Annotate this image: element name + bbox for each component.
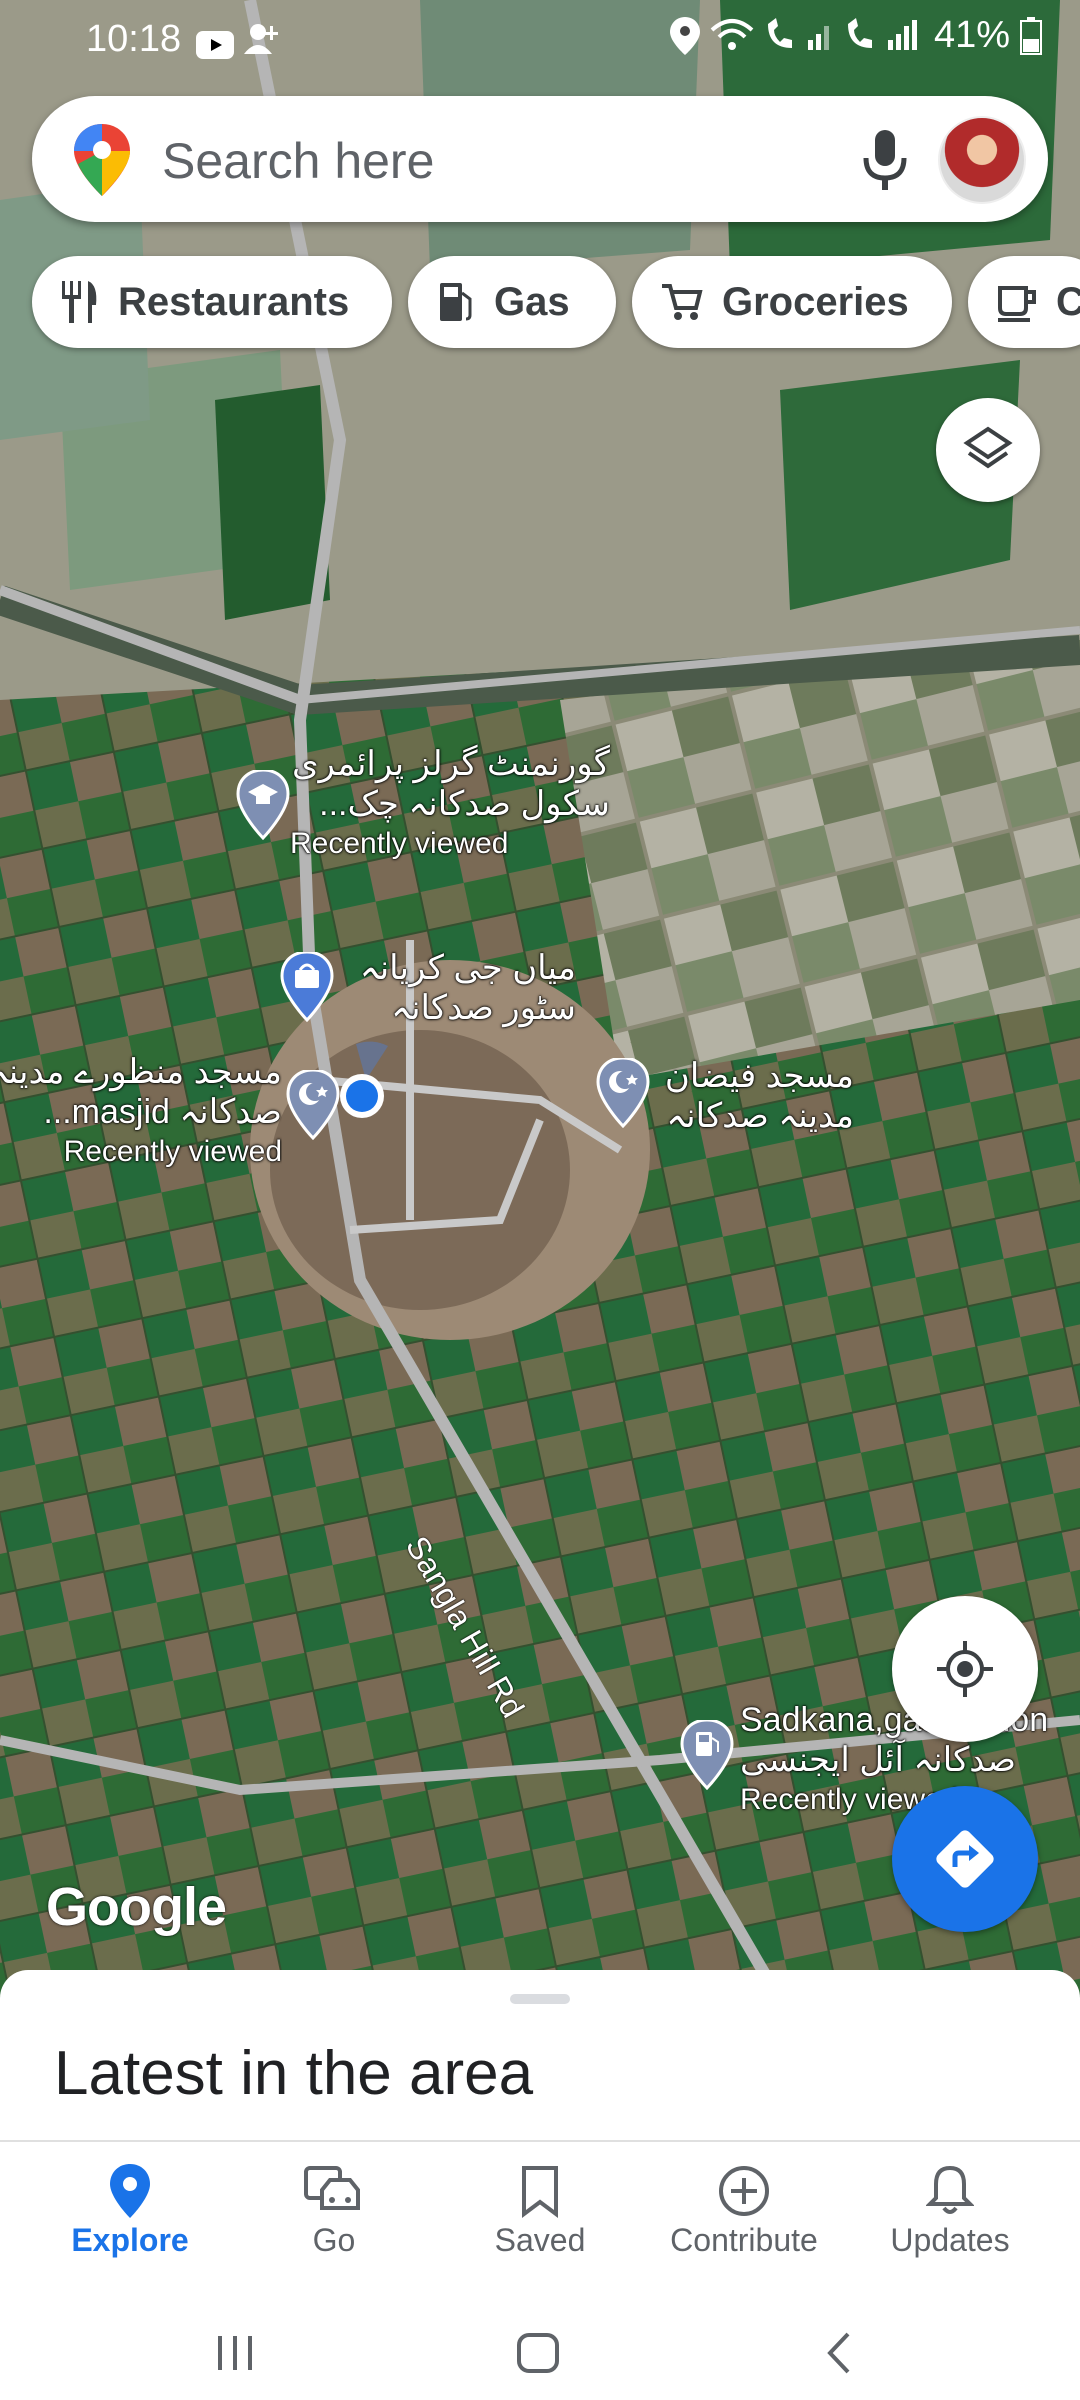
nav-label: Updates — [890, 2222, 1010, 2258]
chip-groceries[interactable]: Groceries — [632, 256, 952, 348]
gas-station-icon[interactable] — [680, 1720, 734, 1790]
search-bar[interactable]: Search here — [32, 96, 1048, 222]
bookmark-icon — [522, 2166, 558, 2218]
place-name-line2: سٹور صدکانہ — [391, 989, 576, 1027]
back-icon[interactable] — [824, 2330, 854, 2376]
bell-icon — [926, 2165, 974, 2214]
place-label-school[interactable]: گورنمنٹ گرلز پرائمری سکول صدکانہ چک... R… — [290, 744, 610, 864]
restaurant-icon — [62, 281, 97, 323]
shopping-bag-icon[interactable] — [280, 952, 334, 1022]
system-navigation-bar — [0, 2270, 1080, 2400]
signal-sim1-icon — [767, 17, 829, 50]
bottom-sheet[interactable]: Latest in the area — [0, 1970, 1080, 2140]
place-name-line2: صدکانہ masjid... — [43, 1093, 282, 1131]
sheet-title: Latest in the area — [54, 2039, 534, 2108]
my-location-button[interactable] — [892, 1596, 1038, 1742]
chip-label: Restaurants — [118, 279, 350, 324]
chip-label: C — [1056, 279, 1080, 324]
place-label-masjid[interactable]: مسجد منظورے مدینہ صدکانہ masjid... Recen… — [0, 1052, 282, 1172]
nav-label: Explore — [71, 2222, 189, 2258]
google-maps-logo-icon — [74, 124, 130, 196]
mosque-icon[interactable] — [596, 1058, 650, 1128]
search-input[interactable]: Search here — [162, 132, 434, 190]
school-icon[interactable] — [236, 770, 290, 840]
mic-icon[interactable] — [850, 122, 920, 196]
layers-icon — [963, 426, 1013, 469]
google-watermark: Google — [46, 1877, 227, 1937]
status-time: 10:18 — [86, 18, 182, 60]
recent-apps-icon[interactable] — [214, 2334, 256, 2372]
signal-sim2-icon — [847, 17, 917, 50]
place-name-line2: صدکانہ آئل ایجنسی — [740, 1741, 1016, 1779]
nav-saved[interactable]: Saved — [440, 2164, 640, 2259]
place-name-line2: سکول صدکانہ چک... — [319, 785, 610, 823]
nav-updates[interactable]: Updates — [850, 2164, 1050, 2259]
current-location-marker — [340, 1041, 388, 1118]
chip-label: Groceries — [722, 279, 909, 324]
place-name: میاں جی کریانہ — [359, 949, 576, 987]
sheet-drag-handle[interactable] — [510, 1994, 570, 2004]
person-add-icon — [244, 22, 280, 66]
home-icon[interactable] — [516, 2332, 560, 2374]
nav-go[interactable]: Go — [234, 2164, 434, 2259]
youtube-icon — [196, 26, 234, 69]
explore-pin-icon — [110, 2164, 150, 2218]
nav-label: Go — [312, 2222, 356, 2258]
battery-icon — [1020, 16, 1042, 55]
bottom-navigation: Explore Go Saved Contribute Updates — [0, 2140, 1080, 2272]
crosshair-icon — [937, 1641, 993, 1697]
add-circle-icon — [719, 2166, 769, 2216]
battery-percent: 41% — [933, 14, 1010, 56]
avatar[interactable] — [938, 116, 1026, 204]
recently-viewed-label: Recently viewed — [290, 827, 509, 860]
chip-restaurants[interactable]: Restaurants — [32, 256, 392, 348]
nav-label: Contribute — [670, 2222, 818, 2258]
directions-icon — [936, 1830, 994, 1888]
cart-icon — [662, 284, 703, 320]
gas-station-icon — [440, 283, 472, 321]
nav-label: Saved — [494, 2222, 586, 2258]
place-name: گورنمنٹ گرلز پرائمری — [291, 745, 610, 783]
place-label-store[interactable]: میاں جی کریانہ سٹور صدکانہ — [336, 948, 576, 1028]
place-name-line2: مدینہ صدکانہ — [666, 1097, 854, 1135]
status-bar: 10:18 41% — [0, 0, 1080, 80]
map-view[interactable]: 10:18 41% Search here Restaurants Gas Gr… — [0, 0, 1080, 2000]
location-status-icon — [669, 16, 700, 55]
chip-gas[interactable]: Gas — [408, 256, 616, 348]
directions-button[interactable] — [892, 1786, 1038, 1932]
place-name: مسجد فیضان — [664, 1057, 854, 1095]
nav-explore[interactable]: Explore — [30, 2164, 230, 2259]
car-icon — [304, 2166, 360, 2210]
place-label-masjid-faizan[interactable]: مسجد فیضان مدینہ صدکانہ — [654, 1056, 854, 1136]
place-name: مسجد منظورے مدینہ — [0, 1053, 282, 1091]
coffee-icon — [998, 286, 1036, 322]
recently-viewed-label: Recently viewed — [63, 1135, 282, 1168]
wifi-icon — [710, 18, 754, 50]
chip-coffee[interactable]: C — [968, 256, 1080, 348]
nav-contribute[interactable]: Contribute — [644, 2164, 844, 2259]
layers-button[interactable] — [936, 398, 1040, 502]
chip-label: Gas — [494, 279, 570, 324]
